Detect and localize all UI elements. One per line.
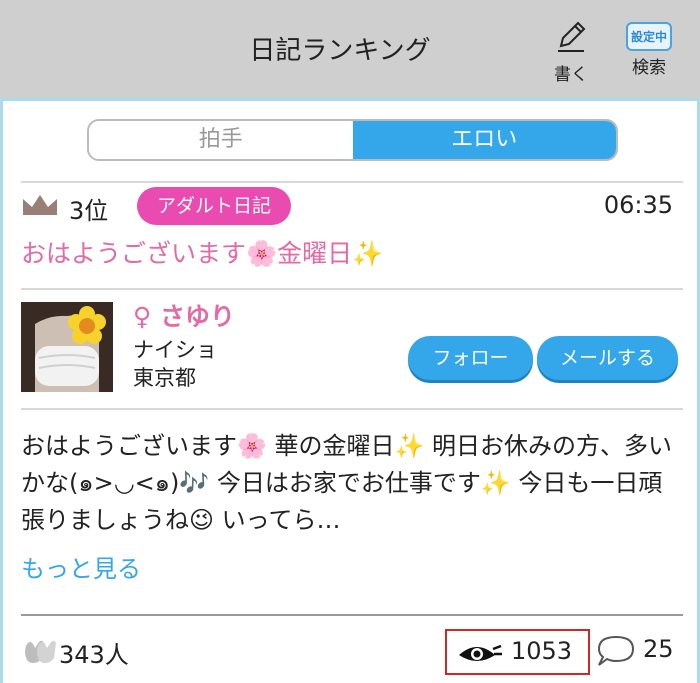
crown-icon	[23, 195, 57, 215]
divider	[21, 408, 683, 410]
author-name[interactable]: ♀ さゆり	[133, 297, 235, 333]
avatar-photo	[21, 302, 113, 392]
divider	[21, 288, 683, 290]
category-tag[interactable]: アダルト日記	[137, 187, 292, 225]
pencil-icon	[558, 21, 586, 52]
search-button[interactable]: 設定中 検索	[619, 18, 679, 78]
ranking-tabs: 拍手 エロい	[87, 119, 618, 161]
mail-button[interactable]: メールする	[537, 336, 678, 380]
author-area: 東京都	[133, 366, 196, 390]
write-label: 書く	[554, 65, 588, 85]
tab-clap[interactable]: 拍手	[89, 121, 353, 159]
post-title[interactable]: おはようございます🌸金曜日✨	[21, 234, 383, 270]
view-count: 1053	[511, 637, 573, 665]
comment-icon[interactable]	[595, 634, 637, 668]
clap-count: 343人	[59, 641, 129, 669]
post-time: 06:35	[603, 191, 673, 219]
avatar[interactable]	[21, 302, 113, 392]
view-count-box: 1053	[445, 629, 590, 675]
post-body: おはようございます🌸 華の金曜日✨ 明日お休みの方、多いかな(๑>◡<๑)🎶 今…	[21, 432, 673, 534]
eye-icon	[459, 644, 502, 661]
female-symbol: ♀	[133, 302, 152, 331]
ranking-panel: 拍手 エロい 3位 アダルト日記 06:35 おはようございます🌸金曜日✨ ♀ …	[0, 98, 700, 683]
write-button[interactable]: 書く	[541, 18, 601, 85]
search-label: 検索	[632, 58, 666, 78]
rank-label: 3位	[69, 197, 109, 225]
author-job: ナイショ	[133, 338, 217, 362]
tab-erotic[interactable]: エロい	[352, 121, 616, 159]
search-setting-badge: 設定中	[625, 22, 672, 51]
footer-divider	[21, 614, 683, 616]
author-name-text: さゆり	[160, 302, 236, 331]
follow-button[interactable]: フォロー	[408, 336, 533, 380]
top-bar: 日記ランキング 書く 設定中 検索	[0, 0, 700, 98]
comment-count: 25	[643, 635, 674, 663]
rank-row: 3位 アダルト日記 06:35	[21, 187, 673, 225]
clap-icon[interactable]	[21, 638, 57, 664]
divider	[21, 181, 683, 183]
read-more-link[interactable]: もっと見る	[21, 549, 141, 584]
